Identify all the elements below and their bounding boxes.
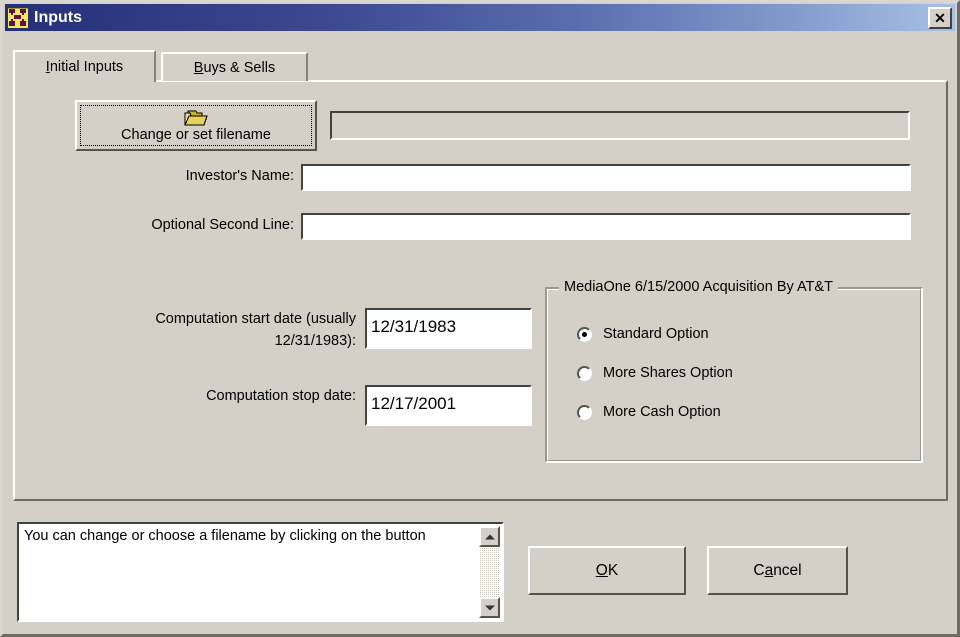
ok-button[interactable]: OK <box>528 546 686 595</box>
tab-initial-inputs-label: Initial Inputs <box>46 59 123 75</box>
cancel-button[interactable]: Cancel <box>707 546 848 595</box>
investors-name-input[interactable] <box>301 164 911 191</box>
tab-panel-seam <box>15 79 154 82</box>
radio-button-icon-more-shares <box>577 366 592 381</box>
scroll-up-arrow-icon <box>484 534 495 539</box>
org-chart-icon <box>8 7 28 28</box>
button-focus-rect: Change or set filename <box>80 105 312 146</box>
change-or-set-filename-label: Change or set filename <box>121 126 271 143</box>
help-text: You can change or choose a filename by c… <box>24 528 426 544</box>
help-text-scrollbar[interactable] <box>479 526 500 618</box>
radio-button-icon-standard <box>577 327 592 342</box>
computation-start-date-value: 12/31/1983 <box>371 317 457 336</box>
tab-initial-inputs[interactable]: Initial Inputs <box>13 50 156 82</box>
radio-standard-option-label: Standard Option <box>603 326 709 342</box>
titlebar[interactable]: Inputs ✕ <box>5 4 955 31</box>
window-title: Inputs <box>34 8 82 26</box>
ok-button-rest: K <box>607 561 619 579</box>
optional-second-line-input[interactable] <box>301 213 911 240</box>
scroll-up-button[interactable] <box>479 526 500 547</box>
computation-start-date-label: Computation start date (usually 12/31/19… <box>106 308 356 352</box>
cancel-accel: a <box>764 561 774 579</box>
tab-buys-and-sells[interactable]: Buys & Sells <box>161 52 308 81</box>
tab-initial-inputs-rest: nitial Inputs <box>49 59 124 75</box>
computation-start-date-label-line2: 12/31/1983): <box>274 333 356 349</box>
investors-name-label: Investor's Name: <box>185 168 294 184</box>
cancel-button-pre: C <box>753 561 765 579</box>
dialog-client-area: Inputs ✕ Initial Inputs Buys & Sells Cha… <box>3 3 957 634</box>
radio-button-icon-more-cash <box>577 405 592 420</box>
acquisition-option-groupbox-title: MediaOne 6/15/2000 Acquisition By AT&T <box>559 279 838 296</box>
computation-start-date-label-line1: Computation start date (usually <box>155 311 356 327</box>
computation-stop-date-input[interactable]: 12/17/2001 <box>365 385 532 426</box>
filename-display-field[interactable] <box>330 111 910 140</box>
optional-second-line-label: Optional Second Line: <box>151 217 294 233</box>
tab-strip: Initial Inputs Buys & Sells <box>13 50 948 82</box>
change-or-set-filename-button[interactable]: Change or set filename <box>75 100 317 151</box>
acquisition-option-groupbox: Standard Option More Shares Option More … <box>545 287 923 463</box>
scroll-down-arrow-icon <box>484 605 495 610</box>
computation-start-date-input[interactable]: 12/31/1983 <box>365 308 532 349</box>
computation-stop-date-value: 12/17/2001 <box>371 394 457 413</box>
tab-buys-and-sells-rest: uys & Sells <box>203 59 276 76</box>
scroll-down-button[interactable] <box>479 597 500 618</box>
cancel-button-label: Cancel <box>753 562 801 580</box>
inputs-dialog-window: Inputs ✕ Initial Inputs Buys & Sells Cha… <box>0 0 960 637</box>
radio-more-cash-option-label: More Cash Option <box>603 404 721 420</box>
radio-more-shares-option[interactable]: More Shares Option <box>577 365 733 382</box>
computation-stop-date-label: Computation stop date: <box>206 388 356 404</box>
open-folder-icon <box>184 109 208 126</box>
ok-accel: O <box>595 561 608 579</box>
close-icon: ✕ <box>934 9 946 26</box>
help-text-area[interactable]: You can change or choose a filename by c… <box>17 522 504 622</box>
radio-more-shares-option-label: More Shares Option <box>603 365 733 381</box>
cancel-button-rest: ncel <box>773 561 802 579</box>
ok-button-label: OK <box>596 562 618 580</box>
close-button[interactable]: ✕ <box>928 6 952 29</box>
tab-buys-and-sells-label: Buys & Sells <box>194 60 275 76</box>
radio-standard-option[interactable]: Standard Option <box>577 326 709 343</box>
radio-more-cash-option[interactable]: More Cash Option <box>577 404 721 421</box>
